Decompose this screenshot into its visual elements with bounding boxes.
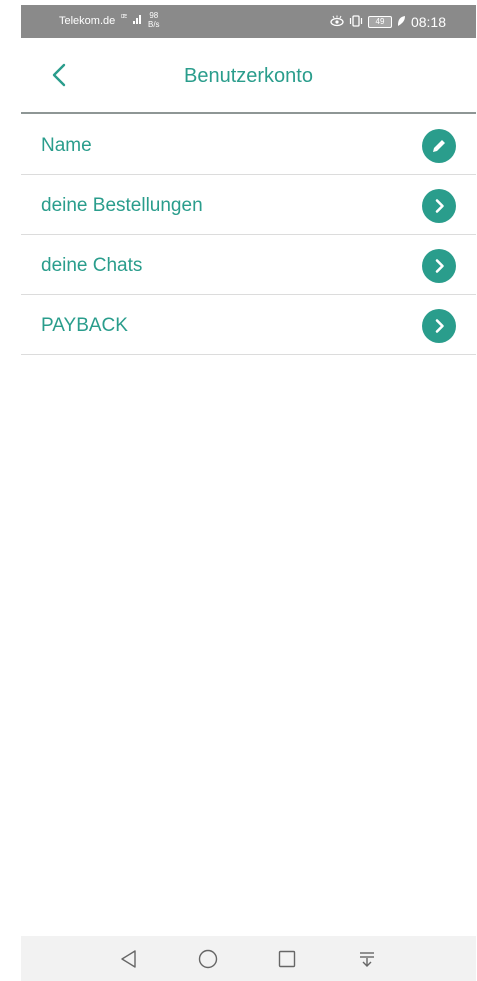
status-icons: 49 08:18 [330, 14, 446, 30]
clock: 08:18 [410, 14, 446, 30]
menu-item-label: PAYBACK [41, 315, 128, 336]
network-speed-value: 98 [149, 11, 159, 20]
eye-comfort-icon [330, 15, 344, 30]
menu-item-name[interactable]: Name [21, 115, 476, 175]
home-circle-icon[interactable] [197, 948, 219, 970]
status-bar: Telekom.de LTE 98 B/s 49 08:18 [21, 5, 476, 38]
battery-icon: 49 [367, 16, 392, 28]
carrier-name: Telekom.de [59, 15, 116, 27]
network-speed: 98 B/s [148, 11, 160, 29]
menu-item-chats[interactable]: deine Chats [21, 235, 476, 295]
menu-item-orders[interactable]: deine Bestellungen [21, 175, 476, 235]
page-title: Benutzerkonto [184, 65, 313, 87]
recents-square-icon[interactable] [276, 948, 298, 970]
app-header: Benutzerkonto [21, 38, 476, 114]
menu-item-payback[interactable]: PAYBACK [21, 295, 476, 355]
chevron-right-icon[interactable] [422, 189, 456, 223]
pencil-icon[interactable] [422, 129, 456, 163]
charging-leaf-icon [397, 15, 406, 30]
menu-item-label: Name [41, 135, 92, 156]
account-menu: Name deine Bestellungen deine Chats PAYB… [21, 115, 476, 355]
signal-icon: LTE [121, 13, 143, 28]
chevron-right-icon[interactable] [422, 309, 456, 343]
notification-drawer-icon[interactable] [356, 948, 378, 970]
vibrate-icon [349, 14, 363, 30]
menu-item-label: deine Chats [41, 255, 143, 276]
account-screen: Telekom.de LTE 98 B/s 49 08:18 Benutzerk… [0, 0, 477, 981]
network-speed-unit: B/s [148, 20, 160, 29]
back-triangle-icon[interactable] [118, 948, 140, 970]
menu-item-label: deine Bestellungen [41, 195, 203, 216]
network-type: LTE [121, 14, 127, 20]
chevron-right-icon[interactable] [422, 249, 456, 283]
system-navigation-bar [21, 936, 476, 981]
